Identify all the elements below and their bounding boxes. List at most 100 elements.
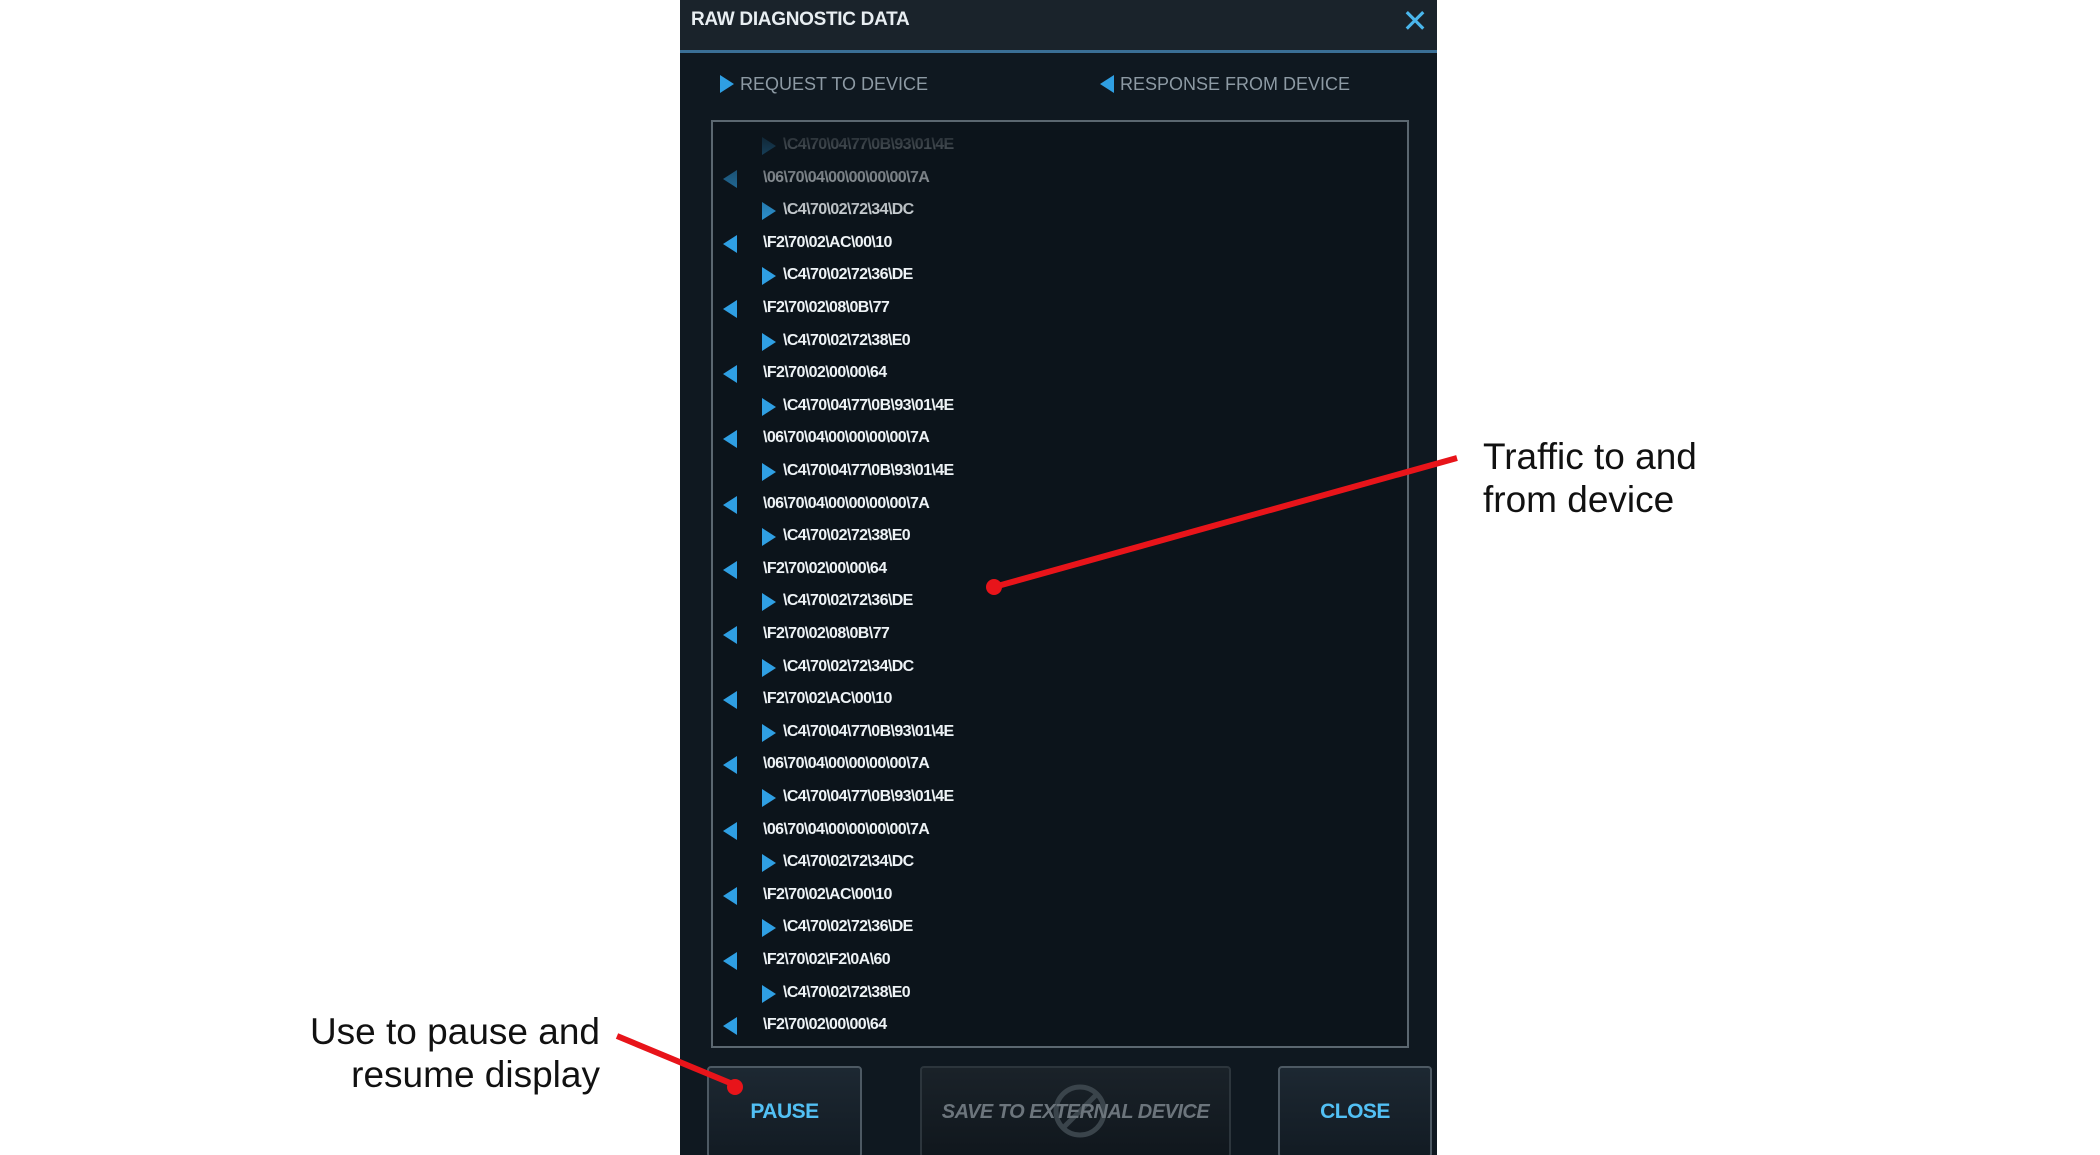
- log-line-text: \F2\70\02\AC\00\10: [763, 233, 892, 251]
- request-arrow-icon: [762, 658, 776, 677]
- request-arrow-icon: [720, 74, 734, 93]
- request-arrow-icon: [762, 984, 776, 1003]
- log-line-response: \06\70\04\00\00\00\00\7A: [713, 422, 1407, 454]
- response-arrow-icon: [723, 430, 737, 449]
- save-to-external-device-button[interactable]: SAVE TO EXTERNAL DEVICE: [920, 1066, 1231, 1155]
- log-line-text: \C4\70\02\72\36\DE: [783, 592, 913, 610]
- log-line-request: \C4\70\02\72\36\DE: [713, 259, 1407, 291]
- request-arrow-icon: [762, 789, 776, 807]
- pause-button[interactable]: PAUSE: [707, 1066, 862, 1155]
- log-line-response: \06\70\04\00\00\00\00\7A: [713, 814, 1407, 846]
- traffic-log[interactable]: \C4\70\04\77\0B\93\01\4E \06\70\04\00\00\…: [711, 120, 1409, 1048]
- response-arrow-icon: [723, 234, 737, 253]
- log-line-text: \C4\70\02\72\36\DE: [783, 266, 913, 284]
- log-line-text: \C4\70\02\72\38\E0: [783, 527, 911, 545]
- log-line-response: \F2\70\02\F2\0A\60: [713, 944, 1407, 976]
- log-line-response: \F2\70\02\AC\00\10: [713, 879, 1407, 911]
- response-arrow-icon: [723, 365, 737, 384]
- request-arrow-icon: [762, 267, 776, 286]
- request-arrow-icon: [762, 137, 776, 155]
- log-line-response: \F2\70\02\AC\00\10: [713, 683, 1407, 715]
- log-line-text: \F2\70\02\08\0B\77: [763, 299, 890, 316]
- log-line-text: \06\70\04\00\00\00\00\7A: [763, 494, 930, 512]
- pause-annotation-line2: resume display: [351, 1054, 600, 1095]
- log-line-text: \06\70\04\00\00\00\00\7A: [763, 429, 930, 447]
- log-line-request: \C4\70\04\77\0B\93\01\4E: [713, 781, 1407, 813]
- log-line-request: \C4\70\02\72\38\E0: [713, 977, 1407, 1009]
- close-button[interactable]: CLOSE: [1278, 1066, 1432, 1155]
- log-line-text: \C4\70\02\72\34\DC: [783, 657, 914, 675]
- response-arrow-icon: [723, 952, 737, 970]
- log-line-request: \C4\70\04\77\0B\93\01\4E: [713, 390, 1407, 422]
- log-line-text: \F2\70\02\00\00\64: [763, 364, 887, 382]
- log-line-request: \C4\70\02\72\36\DE: [713, 585, 1407, 617]
- request-arrow-icon: [762, 202, 776, 221]
- log-line-text: \C4\70\02\72\34\DC: [783, 201, 914, 219]
- response-arrow-icon: [723, 495, 737, 514]
- log-line-request: \C4\70\02\72\34\DC: [713, 194, 1407, 226]
- log-line-response: \F2\70\02\08\0B\77: [713, 618, 1407, 650]
- request-arrow-icon: [762, 723, 776, 742]
- traffic-annotation-line2: from device: [1483, 479, 1675, 520]
- request-arrow-icon: [762, 528, 776, 547]
- log-line-text: \06\70\04\00\00\00\00\7A: [763, 755, 930, 773]
- legend-request-label: REQUEST TO DEVICE: [740, 74, 929, 94]
- log-line-response: \F2\70\02\08\0B\77: [713, 292, 1407, 324]
- log-line-text: \C4\70\02\72\38\E0: [783, 983, 911, 1001]
- response-arrow-icon: [723, 886, 737, 905]
- response-arrow-icon: [723, 1017, 737, 1036]
- log-line-text: \C4\70\02\72\38\E0: [783, 331, 911, 349]
- log-line-text: \F2\70\02\08\0B\77: [763, 625, 890, 642]
- log-line-request: \C4\70\04\77\0B\93\01\4E: [713, 716, 1407, 748]
- request-arrow-icon: [762, 593, 776, 612]
- log-line-text: \C4\70\04\77\0B\93\01\4E: [783, 788, 954, 805]
- log-line-text: \C4\70\02\72\34\DC: [783, 853, 914, 871]
- log-line-request: \C4\70\02\72\34\DC: [713, 846, 1407, 878]
- log-line-text: \C4\70\04\77\0B\93\01\4E: [783, 396, 954, 414]
- log-line-text: \C4\70\04\77\0B\93\01\4E: [783, 462, 954, 479]
- close-button-label: CLOSE: [1320, 1100, 1390, 1123]
- log-line-response: \F2\70\02\AC\00\10: [713, 227, 1407, 259]
- log-line-response: \F2\70\02\00\00\64: [713, 553, 1407, 585]
- log-line-request: \C4\70\02\72\38\E0: [713, 325, 1407, 357]
- log-line-text: \F2\70\02\00\00\64: [763, 559, 887, 577]
- close-x-icon[interactable]: ✕: [1400, 4, 1430, 38]
- log-line-response: \F2\70\02\00\00\64: [713, 1009, 1407, 1041]
- request-arrow-icon: [762, 397, 776, 416]
- response-arrow-icon: [723, 691, 737, 710]
- request-arrow-icon: [762, 332, 776, 351]
- log-line-request: \C4\70\02\72\36\DE: [713, 911, 1407, 943]
- response-arrow-icon: [1100, 74, 1114, 93]
- request-arrow-icon: [762, 919, 776, 938]
- log-line-request: \C4\70\04\77\0B\93\01\4E: [713, 455, 1407, 487]
- screenshot-stage: RAW DIAGNOSTIC DATA ✕ REQUEST TO DEVICE …: [0, 0, 2100, 1155]
- legend-response-label: RESPONSE FROM DEVICE: [1120, 74, 1351, 94]
- response-arrow-icon: [723, 169, 737, 188]
- log-line-text: \C4\70\02\72\36\DE: [783, 918, 913, 936]
- request-arrow-icon: [762, 854, 776, 873]
- traffic-annotation: Traffic to and from device: [1483, 435, 1697, 521]
- log-line-request: \C4\70\04\77\0B\93\01\4E: [713, 129, 1407, 161]
- response-arrow-icon: [723, 756, 737, 775]
- traffic-annotation-line1: Traffic to and: [1483, 436, 1697, 477]
- save-button-label: SAVE TO EXTERNAL DEVICE: [941, 1100, 1210, 1123]
- response-arrow-icon: [723, 560, 737, 579]
- legend-response: RESPONSE FROM DEVICE: [1100, 74, 1350, 95]
- request-arrow-icon: [762, 463, 776, 481]
- pause-button-label: PAUSE: [750, 1100, 819, 1123]
- log-line-text: \F2\70\02\AC\00\10: [763, 690, 892, 708]
- response-arrow-icon: [723, 821, 737, 840]
- log-line-response: \06\70\04\00\00\00\00\7A: [713, 488, 1407, 520]
- response-arrow-icon: [723, 300, 737, 318]
- log-line-text: \06\70\04\00\00\00\00\7A: [763, 820, 930, 838]
- log-line-response: \06\70\04\00\00\00\00\7A: [713, 748, 1407, 780]
- log-line-request: \C4\70\02\72\38\E0: [713, 520, 1407, 552]
- pause-annotation: Use to pause and resume display: [290, 1010, 600, 1096]
- log-line-text: \C4\70\04\77\0B\93\01\4E: [783, 136, 954, 153]
- dialog-title: RAW DIAGNOSTIC DATA: [691, 9, 910, 30]
- log-line-request: \C4\70\02\72\34\DC: [713, 651, 1407, 683]
- response-arrow-icon: [723, 626, 737, 644]
- raw-diagnostic-dialog: RAW DIAGNOSTIC DATA ✕ REQUEST TO DEVICE …: [680, 0, 1437, 1155]
- log-line-text: \06\70\04\00\00\00\00\7A: [763, 168, 930, 186]
- log-line-text: \F2\70\02\F2\0A\60: [763, 951, 891, 968]
